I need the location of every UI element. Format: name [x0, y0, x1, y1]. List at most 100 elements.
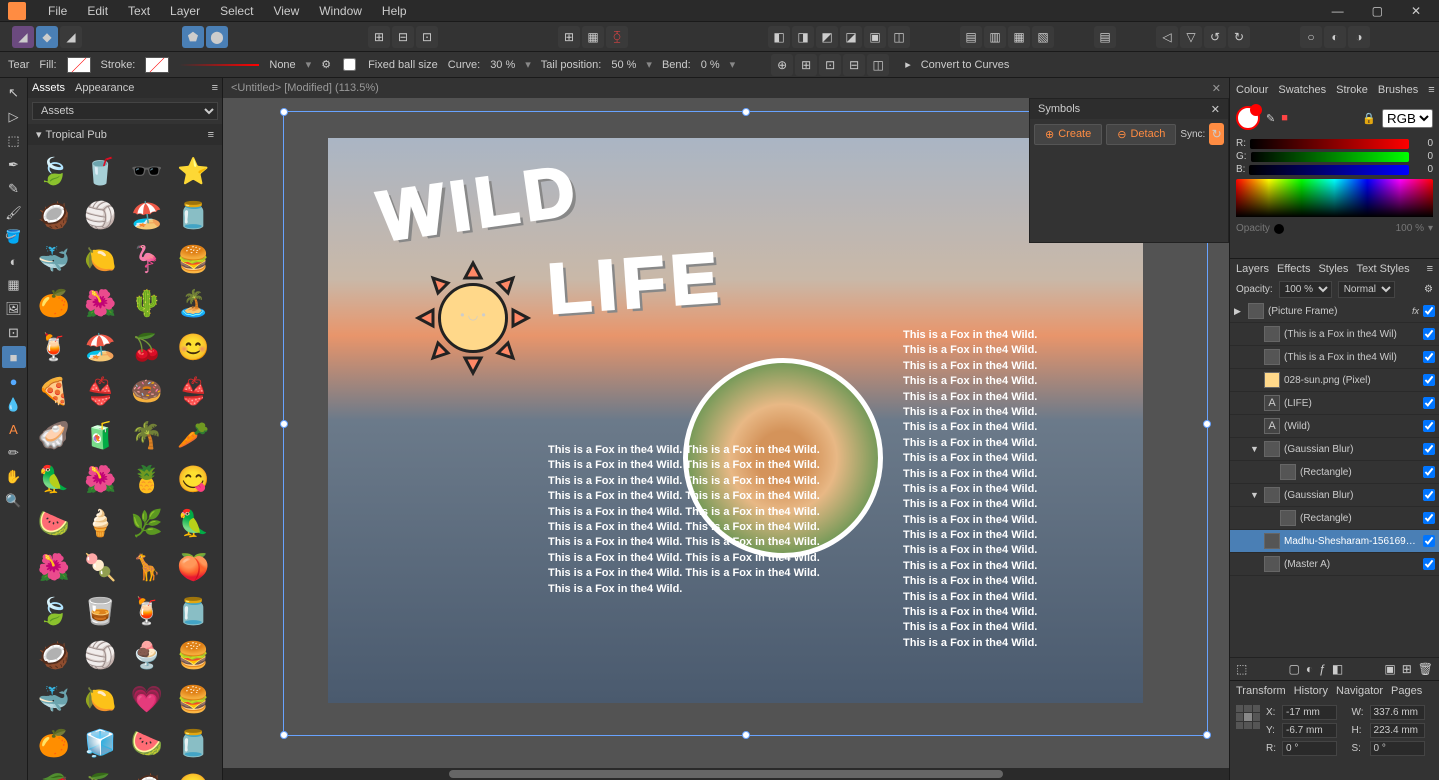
stroke-swatch[interactable]: [145, 57, 169, 73]
align-btn-3[interactable]: ⊡: [416, 26, 438, 48]
asset-item[interactable]: 🏖️: [127, 195, 167, 235]
layer-row[interactable]: A(Wild): [1230, 415, 1439, 438]
asset-item[interactable]: 💗: [127, 679, 167, 719]
pan-tool-icon[interactable]: ✋: [2, 466, 26, 488]
y-input[interactable]: [1282, 723, 1337, 738]
blend-select[interactable]: Normal: [1338, 281, 1395, 298]
menu-help[interactable]: Help: [372, 4, 417, 18]
r-input[interactable]: [1282, 741, 1337, 756]
add-layer-icon[interactable]: ▣: [1384, 662, 1395, 676]
text-life[interactable]: LIFE: [545, 237, 726, 329]
colour-tab[interactable]: Colour: [1236, 84, 1268, 96]
asset-item[interactable]: 🍍: [127, 459, 167, 499]
arrange-btn-3[interactable]: ▦: [1008, 26, 1030, 48]
persona-designer-icon[interactable]: ◢: [12, 26, 34, 48]
align-btn-1[interactable]: ⊞: [368, 26, 390, 48]
opacity-select[interactable]: 100 %: [1279, 281, 1332, 298]
stroke-width-preview[interactable]: [179, 64, 259, 66]
corner-tool-icon[interactable]: ⬚: [2, 130, 26, 152]
asset-item[interactable]: 🦩: [127, 239, 167, 279]
b-slider[interactable]: [1249, 165, 1409, 175]
asset-item[interactable]: 🏝️: [174, 283, 214, 323]
h-scrollbar[interactable]: [223, 768, 1229, 780]
layer-row[interactable]: 028-sun.png (Pixel): [1230, 369, 1439, 392]
layer-row[interactable]: A(LIFE): [1230, 392, 1439, 415]
asset-item[interactable]: 🌴: [127, 415, 167, 455]
stroke-tab[interactable]: Stroke: [1336, 84, 1368, 96]
menu-edit[interactable]: Edit: [77, 4, 118, 18]
brush-tool-icon[interactable]: 🖌: [2, 202, 26, 224]
hue-field[interactable]: [1236, 179, 1433, 217]
asset-item[interactable]: 🍊: [34, 283, 74, 323]
layer-visibility-checkbox[interactable]: [1423, 535, 1435, 547]
asset-item[interactable]: 🍕: [34, 371, 74, 411]
asset-item[interactable]: ⭐: [174, 151, 214, 191]
asset-item[interactable]: 🐳: [34, 239, 74, 279]
asset-item[interactable]: 🥥: [34, 635, 74, 675]
asset-item[interactable]: 🍒: [127, 327, 167, 367]
live-icon[interactable]: ◧: [1332, 662, 1343, 676]
rotate-r-icon[interactable]: ↻: [1228, 26, 1250, 48]
insert-btn-1[interactable]: ▤: [1094, 26, 1116, 48]
asset-item[interactable]: 🧊: [81, 723, 121, 763]
asset-item[interactable]: 🕶️: [127, 151, 167, 191]
g-slider[interactable]: [1251, 152, 1409, 162]
asset-item[interactable]: 🍒: [81, 767, 121, 780]
shape-tool-icon[interactable]: ■: [2, 346, 26, 368]
snap-magnet-icon[interactable]: ⧲: [606, 26, 628, 48]
order-btn-5[interactable]: ▣: [864, 26, 886, 48]
asset-item[interactable]: 🍋: [81, 679, 121, 719]
asset-item[interactable]: 🧃: [81, 415, 121, 455]
tail-val[interactable]: 50 %: [611, 59, 636, 71]
place-tool-icon[interactable]: 🖼: [2, 298, 26, 320]
asset-item[interactable]: 🫙: [174, 591, 214, 631]
asset-item[interactable]: 🍡: [81, 547, 121, 587]
arrange-btn-1[interactable]: ▤: [960, 26, 982, 48]
document-title[interactable]: <Untitled> [Modified] (113.5%): [231, 82, 379, 94]
asset-item[interactable]: 🌺: [81, 283, 121, 323]
persona-export-icon[interactable]: ◢: [60, 26, 82, 48]
asset-item[interactable]: 🍔: [174, 239, 214, 279]
assets-section[interactable]: Tropical Pub: [46, 129, 107, 141]
transparency-tool-icon[interactable]: ▦: [2, 274, 26, 296]
color-mode-select[interactable]: RGB: [1382, 109, 1433, 128]
snap-btn-1[interactable]: ⊞: [558, 26, 580, 48]
asset-item[interactable]: 🍃: [34, 151, 74, 191]
text-wild[interactable]: WILD: [373, 149, 585, 256]
layer-row[interactable]: ▼(Gaussian Blur): [1230, 484, 1439, 507]
order-btn-3[interactable]: ◩: [816, 26, 838, 48]
pages-tab[interactable]: Pages: [1391, 685, 1422, 697]
asset-item[interactable]: 🍹: [127, 591, 167, 631]
doc-close-icon[interactable]: ✕: [1212, 82, 1221, 95]
x-input[interactable]: [1282, 705, 1337, 720]
asset-item[interactable]: 😋: [174, 459, 214, 499]
text-tool-icon[interactable]: A: [2, 418, 26, 440]
transform-tab[interactable]: Transform: [1236, 685, 1286, 697]
asset-item[interactable]: 🍑: [174, 547, 214, 587]
menu-select[interactable]: Select: [210, 4, 263, 18]
ctx-btn-4[interactable]: ⊟: [843, 54, 865, 76]
layer-visibility-checkbox[interactable]: [1423, 558, 1435, 570]
ellipse-tool-icon[interactable]: ●: [2, 370, 26, 392]
eyedropper-icon[interactable]: ✎: [1266, 112, 1275, 125]
ctx-btn-3[interactable]: ⊡: [819, 54, 841, 76]
geom-btn-1[interactable]: ○: [1300, 26, 1322, 48]
geom-btn-2[interactable]: ◐: [1324, 26, 1346, 48]
layer-row[interactable]: (Rectangle): [1230, 507, 1439, 530]
symbols-create-btn[interactable]: ⊕ Create: [1034, 124, 1102, 145]
fill-swatch[interactable]: [67, 57, 91, 73]
asset-item[interactable]: 🦪: [34, 415, 74, 455]
artboard[interactable]: WILD LIFE • ◡ • This is a Fox in the4 Wi…: [328, 138, 1143, 703]
asset-item[interactable]: 🏐: [81, 635, 121, 675]
asset-item[interactable]: 🍊: [34, 723, 74, 763]
swatches-tab[interactable]: Swatches: [1278, 84, 1326, 96]
layer-visibility-checkbox[interactable]: [1423, 489, 1435, 501]
color-well-icon[interactable]: [1236, 106, 1260, 130]
asset-item[interactable]: 🥥: [34, 195, 74, 235]
layers-menu-icon[interactable]: ≡: [1427, 263, 1433, 275]
bend-val[interactable]: 0 %: [701, 59, 720, 71]
asset-item[interactable]: 🍩: [127, 371, 167, 411]
node-tool-icon[interactable]: ▷: [2, 106, 26, 128]
asset-item[interactable]: 🍉: [34, 503, 74, 543]
menu-view[interactable]: View: [263, 4, 309, 18]
